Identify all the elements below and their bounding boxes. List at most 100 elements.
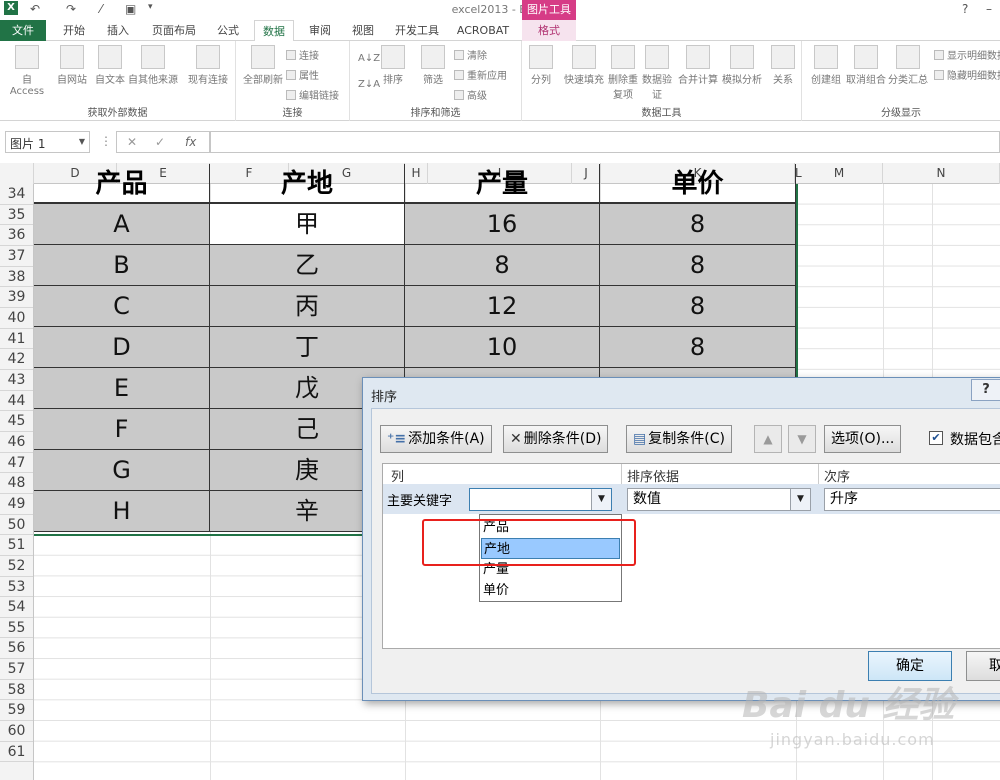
row-header[interactable]: 42 bbox=[0, 349, 33, 370]
table-header-cell[interactable]: 产量 bbox=[405, 164, 600, 204]
show-detail-button[interactable]: 显示明细数据 bbox=[934, 47, 1000, 62]
existing-connections-button[interactable]: 现有连接 bbox=[184, 45, 232, 86]
row-header[interactable]: 56 bbox=[0, 638, 33, 660]
formula-input[interactable] bbox=[210, 131, 1000, 153]
row-header[interactable]: 48 bbox=[0, 473, 33, 494]
minimize-button[interactable]: – bbox=[986, 2, 992, 16]
chevron-down-icon[interactable]: ▼ bbox=[79, 137, 85, 146]
row-header[interactable]: 34 bbox=[0, 184, 33, 205]
tab-page-layout[interactable]: 页面布局 bbox=[146, 20, 202, 41]
row-header[interactable]: 50 bbox=[0, 515, 33, 536]
row-header[interactable]: 58 bbox=[0, 680, 33, 701]
table-header-cell[interactable]: 产地 bbox=[210, 164, 405, 204]
row-header[interactable]: 57 bbox=[0, 659, 33, 680]
sort-key-select[interactable]: ▼ bbox=[469, 488, 612, 511]
insert-function-icon[interactable]: fx bbox=[185, 135, 196, 149]
headers-checkbox[interactable]: ✔ bbox=[929, 431, 943, 445]
tab-acrobat[interactable]: ACROBAT bbox=[452, 20, 514, 41]
table-cell[interactable]: 8 bbox=[600, 327, 796, 368]
cancel-icon[interactable]: ✕ bbox=[127, 135, 137, 149]
connections-button[interactable]: 连接 bbox=[286, 47, 319, 62]
table-cell[interactable]: F bbox=[34, 409, 210, 450]
tab-file[interactable]: 文件 bbox=[0, 20, 46, 41]
row-header[interactable]: 53 bbox=[0, 577, 33, 598]
chevron-down-icon[interactable]: ▼ bbox=[790, 489, 810, 510]
row-header[interactable]: 46 bbox=[0, 432, 33, 453]
table-cell[interactable]: A bbox=[34, 204, 210, 245]
refresh-all-button[interactable]: 全部刷新 bbox=[240, 45, 286, 86]
row-header[interactable]: 51 bbox=[0, 535, 33, 556]
clear-button[interactable]: 清除 bbox=[454, 47, 487, 62]
from-other-sources-button[interactable]: 自其他来源 bbox=[126, 45, 180, 86]
sort-button[interactable]: 排序 bbox=[378, 45, 408, 86]
remove-duplicates-button[interactable]: 删除重复项 bbox=[608, 45, 638, 101]
advanced-button[interactable]: 高级 bbox=[454, 87, 487, 102]
row-header[interactable]: 38 bbox=[0, 267, 33, 288]
tab-formulas[interactable]: 公式 bbox=[208, 20, 248, 41]
order-select[interactable]: 升序 bbox=[824, 488, 1000, 511]
table-header-cell[interactable]: 产品 bbox=[34, 164, 210, 204]
table-cell[interactable]: G bbox=[34, 450, 210, 491]
properties-button[interactable]: 属性 bbox=[286, 67, 319, 82]
sort-on-select[interactable]: 数值 ▼ bbox=[627, 488, 811, 511]
table-cell[interactable]: 12 bbox=[405, 286, 600, 327]
table-header-cell[interactable]: 单价 bbox=[600, 164, 796, 204]
data-validation-button[interactable]: 数据验证 bbox=[640, 45, 674, 101]
table-cell[interactable]: 8 bbox=[600, 204, 796, 245]
tab-review[interactable]: 审阅 bbox=[300, 20, 340, 41]
group-button[interactable]: 创建组 bbox=[806, 45, 846, 86]
text-to-columns-button[interactable]: 分列 bbox=[526, 45, 556, 86]
move-down-button[interactable]: ▼ bbox=[788, 425, 816, 453]
relationships-button[interactable]: 关系 bbox=[768, 45, 798, 86]
flash-fill-button[interactable]: 快速填充 bbox=[560, 45, 608, 86]
table-cell[interactable]: 甲 bbox=[210, 204, 405, 245]
cancel-button[interactable]: 取 bbox=[966, 651, 1000, 681]
delete-condition-button[interactable]: ✕ 删除条件(D) bbox=[503, 425, 609, 453]
sort-level-row[interactable]: 主要关键字 ▼ 数值 ▼ 升序 bbox=[383, 484, 1000, 514]
from-web-button[interactable]: 自网站 bbox=[54, 45, 90, 86]
row-header[interactable]: 59 bbox=[0, 700, 33, 722]
table-cell[interactable]: 10 bbox=[405, 327, 600, 368]
table-cell[interactable]: 丙 bbox=[210, 286, 405, 327]
table-cell[interactable]: 丁 bbox=[210, 327, 405, 368]
row-header[interactable]: 47 bbox=[0, 453, 33, 474]
tab-format[interactable]: 格式 bbox=[522, 20, 576, 41]
dialog-help-button[interactable]: ? bbox=[971, 379, 1000, 401]
edit-links-button[interactable]: 编辑链接 bbox=[286, 87, 339, 102]
reapply-button[interactable]: 重新应用 bbox=[454, 67, 507, 82]
col-header[interactable]: N bbox=[883, 163, 1000, 184]
row-header[interactable]: 54 bbox=[0, 597, 33, 618]
add-condition-button[interactable]: ⁺≡ 添加条件(A) bbox=[380, 425, 492, 453]
row-header[interactable]: 41 bbox=[0, 329, 33, 350]
table-cell[interactable]: D bbox=[34, 327, 210, 368]
chevron-down-icon[interactable]: ▼ bbox=[591, 489, 611, 510]
row-header[interactable]: 39 bbox=[0, 287, 33, 308]
sort-ascending-icon[interactable]: A↓Z bbox=[358, 53, 380, 64]
dropdown-option[interactable]: 单价 bbox=[481, 580, 620, 601]
from-access-button[interactable]: 自 Access bbox=[4, 45, 50, 97]
table-cell[interactable]: H bbox=[34, 491, 210, 532]
ungroup-button[interactable]: 取消组合 bbox=[846, 45, 886, 86]
row-header[interactable]: 44 bbox=[0, 391, 33, 412]
table-cell[interactable]: 8 bbox=[600, 286, 796, 327]
move-up-button[interactable]: ▲ bbox=[754, 425, 782, 453]
consolidate-button[interactable]: 合并计算 bbox=[676, 45, 720, 86]
row-header[interactable]: 49 bbox=[0, 494, 33, 515]
row-header[interactable]: 43 bbox=[0, 370, 33, 391]
table-cell[interactable]: 16 bbox=[405, 204, 600, 245]
enter-icon[interactable]: ✓ bbox=[155, 135, 165, 149]
table-cell[interactable]: C bbox=[34, 286, 210, 327]
row-header[interactable]: 61 bbox=[0, 742, 33, 763]
table-cell[interactable]: 8 bbox=[405, 245, 600, 286]
copy-condition-button[interactable]: ▤ 复制条件(C) bbox=[626, 425, 732, 453]
options-button[interactable]: 选项(O)... bbox=[824, 425, 902, 453]
filter-button[interactable]: 筛选 bbox=[418, 45, 448, 86]
row-header[interactable]: 52 bbox=[0, 556, 33, 577]
tab-view[interactable]: 视图 bbox=[343, 20, 383, 41]
from-text-button[interactable]: 自文本 bbox=[92, 45, 128, 86]
help-button[interactable]: ? bbox=[962, 2, 968, 16]
row-header[interactable]: 36 bbox=[0, 225, 33, 246]
tab-home[interactable]: 开始 bbox=[54, 20, 94, 41]
table-cell[interactable]: 乙 bbox=[210, 245, 405, 286]
table-cell[interactable]: 8 bbox=[600, 245, 796, 286]
